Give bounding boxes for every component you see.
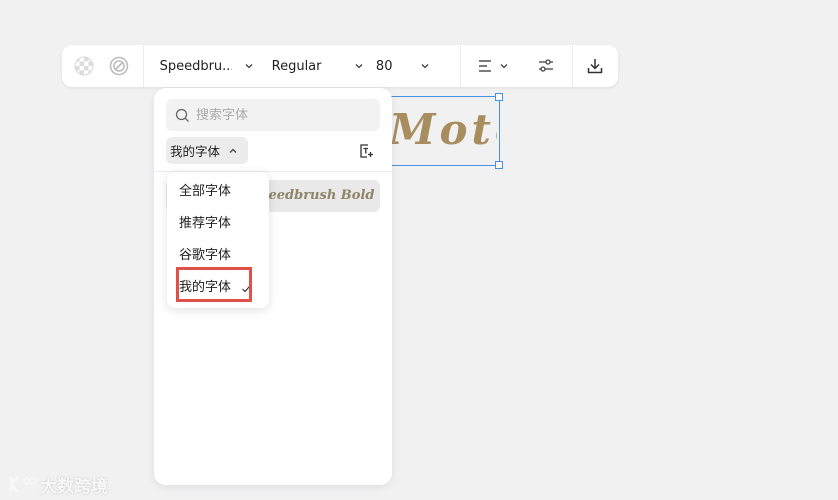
watermark-logo-icon [9, 476, 36, 493]
font-weight-select[interactable]: Regular [272, 45, 370, 87]
annotation-highlight-box [176, 267, 252, 302]
upload-font-icon[interactable] [358, 143, 374, 159]
watermark: 大数跨境 [8, 472, 108, 497]
font-search-box[interactable] [166, 99, 380, 131]
download-icon[interactable] [573, 57, 618, 75]
font-size-select[interactable]: 80 [370, 45, 449, 87]
adjust-sliders-icon[interactable] [531, 58, 562, 74]
watermark-text: 大数跨境 [40, 476, 108, 497]
menu-item-recommended-fonts[interactable]: 推荐字体 [179, 214, 231, 234]
chevron-down-icon [420, 61, 430, 71]
resize-handle-bottom-right[interactable] [495, 161, 503, 169]
canvas-text[interactable]: Moto [385, 105, 497, 155]
menu-item-all-fonts[interactable]: 全部字体 [179, 182, 231, 202]
toolbar: Speedbru... Regular 80 [62, 45, 618, 87]
resize-handle-top-right[interactable] [495, 93, 503, 101]
align-left-icon [477, 58, 493, 74]
font-search-input[interactable] [196, 107, 366, 123]
checkerboard-transparency-icon[interactable] [62, 56, 105, 76]
text-align-select[interactable] [461, 45, 530, 87]
search-icon [175, 108, 190, 123]
chevron-down-icon [499, 61, 509, 71]
font-category-label: 我的字体 [170, 144, 221, 159]
font-weight-label: Regular [271, 58, 322, 74]
chevron-down-icon [244, 61, 254, 71]
menu-item-google-fonts[interactable]: 谷歌字体 [179, 246, 231, 266]
font-family-select[interactable]: Speedbru... [144, 45, 272, 87]
font-size-label: 80 [375, 58, 393, 74]
chevron-down-icon [354, 61, 364, 71]
selected-text-box[interactable]: Moto [384, 93, 503, 169]
no-fill-icon[interactable] [105, 56, 133, 76]
font-category-toggle[interactable]: 我的字体 [166, 137, 248, 164]
font-family-label: Speedbru... [159, 58, 232, 74]
chevron-up-icon [228, 146, 238, 156]
